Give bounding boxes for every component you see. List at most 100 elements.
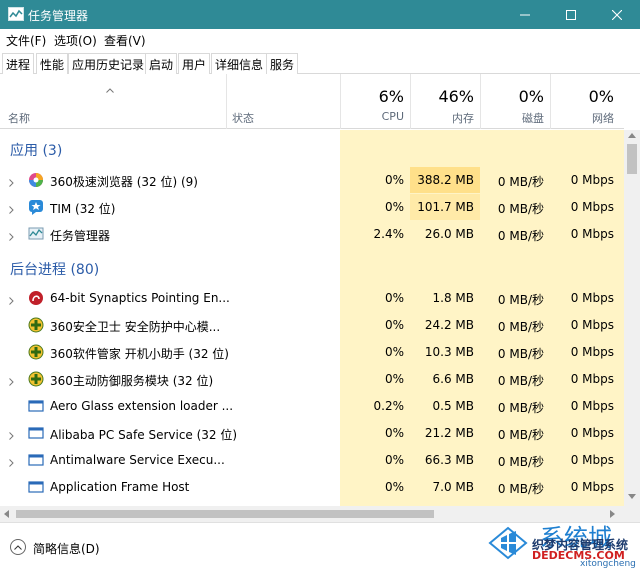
memory-value: 21.2 MB [424, 426, 474, 440]
column-memory[interactable]: 内存 [412, 110, 474, 126]
network-value: 0 Mbps [570, 227, 614, 241]
cpu-value: 0% [384, 173, 404, 187]
app-window-icon [28, 398, 44, 414]
vertical-scroll-thumb[interactable] [627, 144, 637, 174]
close-icon [612, 9, 622, 20]
360-safe-icon [28, 344, 44, 360]
tim-icon [28, 199, 44, 215]
cpu-value: 0% [384, 291, 404, 305]
360-safe-icon [28, 317, 44, 333]
process-row[interactable]: Aero Glass extension loader ... 0.2% 0.5 M… [0, 393, 624, 419]
network-value: 0 Mbps [570, 200, 614, 214]
menu-options[interactable]: 选项(O) [54, 32, 97, 49]
memory-value: 0.5 MB [432, 399, 474, 413]
tab-services[interactable]: 服务 [266, 53, 299, 74]
cpu-value: 2.4% [373, 227, 405, 241]
column-disk[interactable]: 磁盘 [482, 110, 544, 126]
column-header: 名称 状态 6% CPU 46% 内存 0% 磁盘 0% 网络 [0, 74, 624, 129]
process-row[interactable]: 360主动防御服务模块 (32 位) 0% 6.6 MB 0 MB/秒 0 Mbps [0, 366, 624, 392]
tab-performance[interactable]: 性能 [36, 53, 69, 74]
cpu-value: 0% [384, 200, 404, 214]
chevron-right-icon[interactable] [9, 456, 14, 470]
column-network[interactable]: 网络 [552, 110, 614, 126]
process-name: Alibaba PC Safe Service (32 位) [50, 428, 238, 442]
network-value: 0 Mbps [570, 399, 614, 413]
chevron-right-icon[interactable] [9, 230, 14, 244]
tab-processes[interactable]: 进程 [2, 53, 35, 75]
tab-details[interactable]: 详细信息 [211, 53, 268, 74]
disk-value: 0 MB/秒 [497, 229, 544, 243]
tab-users[interactable]: 用户 [178, 53, 211, 74]
process-row[interactable]: 64-bit Synaptics Pointing En... 0% 1.8 MB 0… [0, 285, 624, 311]
network-value: 0 Mbps [570, 291, 614, 305]
menu-view[interactable]: 查看(V) [104, 32, 146, 49]
process-name: 360安全卫士 安全防护中心模... [50, 320, 221, 334]
memory-value: 6.6 MB [432, 372, 474, 386]
chevron-right-icon[interactable] [9, 429, 14, 443]
column-name[interactable]: 名称 [8, 110, 30, 126]
scroll-down-icon[interactable] [628, 494, 636, 499]
process-name: 任务管理器 [50, 229, 111, 243]
fewer-details-button[interactable] [10, 539, 26, 555]
minimize-button[interactable] [502, 0, 548, 29]
vertical-scrollbar[interactable] [624, 130, 640, 506]
memory-value: 101.7 MB [417, 200, 474, 214]
network-value: 0 Mbps [570, 318, 614, 332]
process-row[interactable]: 任务管理器 2.4% 26.0 MB 0 MB/秒 0 Mbps [0, 221, 624, 247]
network-total: 0% [588, 87, 614, 106]
process-name: 360主动防御服务模块 (32 位) [50, 374, 214, 388]
process-row[interactable]: 360安全卫士 安全防护中心模... 0% 24.2 MB 0 MB/秒 0 Mbps [0, 312, 624, 338]
menu-file[interactable]: 文件(F) [6, 32, 46, 49]
disk-value: 0 MB/秒 [497, 401, 544, 415]
cpu-value: 0.2% [373, 399, 405, 413]
tab-startup[interactable]: 启动 [145, 53, 178, 74]
minimize-icon [520, 14, 530, 15]
disk-value: 0 MB/秒 [497, 482, 544, 496]
horizontal-scroll-thumb[interactable] [16, 510, 434, 518]
column-status[interactable]: 状态 [232, 110, 254, 126]
watermark: 系统城 织梦内容管理系统 DEDECMS.COM xitongcheng [488, 518, 638, 569]
network-value: 0 Mbps [570, 173, 614, 187]
disk-value: 0 MB/秒 [497, 374, 544, 388]
process-row[interactable]: Alibaba PC Safe Service (32 位) 0% 21.2 MB 0… [0, 420, 624, 446]
chevron-right-icon[interactable] [9, 375, 14, 389]
process-row[interactable]: Application Frame Host 0% 7.0 MB 0 MB/秒 0 Mb… [0, 474, 624, 500]
process-list: 应用 (3) 360极速浏览器 (32 位) (9) 0% 388.2 MB 0 MB… [0, 130, 624, 506]
task-manager-icon [28, 226, 44, 242]
sort-up-icon [106, 88, 114, 93]
cpu-value: 0% [384, 372, 404, 386]
synaptics-icon [28, 290, 44, 306]
network-value: 0 Mbps [570, 426, 614, 440]
memory-value: 66.3 MB [424, 453, 474, 467]
close-button[interactable] [594, 0, 640, 29]
scroll-left-icon[interactable] [4, 510, 9, 518]
chevron-right-icon[interactable] [9, 203, 14, 217]
memory-value: 10.3 MB [424, 345, 474, 359]
tab-app-history[interactable]: 应用历史记录 [68, 53, 149, 74]
window-title: 任务管理器 [28, 9, 89, 23]
app-window-icon [28, 479, 44, 495]
scroll-up-icon[interactable] [628, 133, 636, 138]
column-cpu[interactable]: CPU [342, 110, 404, 123]
disk-value: 0 MB/秒 [497, 347, 544, 361]
group-background: 后台进程 (80) [10, 262, 100, 278]
process-name: 64-bit Synaptics Pointing En... [50, 291, 230, 305]
network-value: 0 Mbps [570, 372, 614, 386]
process-row[interactable]: TIM (32 位) 0% 101.7 MB 0 MB/秒 0 Mbps [0, 194, 624, 220]
title-bar: 任务管理器 [0, 0, 640, 29]
process-row[interactable]: Antimalware Service Execu... 0% 66.3 MB 0 M… [0, 447, 624, 473]
process-row[interactable]: 360软件管家 开机小助手 (32 位) 0% 10.3 MB 0 MB/秒 0 Mbp… [0, 339, 624, 365]
fewer-details-label[interactable]: 简略信息(D) [33, 540, 100, 557]
scroll-right-icon[interactable] [610, 510, 615, 518]
process-name: Antimalware Service Execu... [50, 453, 225, 467]
memory-value: 24.2 MB [424, 318, 474, 332]
process-row[interactable]: 360极速浏览器 (32 位) (9) 0% 388.2 MB 0 MB/秒 0 Mbp… [0, 167, 624, 193]
cpu-value: 0% [384, 480, 404, 494]
process-name: 360软件管家 开机小助手 (32 位) [50, 347, 229, 361]
maximize-button[interactable] [548, 0, 594, 29]
process-name: TIM (32 位) [50, 202, 116, 216]
chevron-right-icon[interactable] [9, 176, 14, 190]
disk-value: 0 MB/秒 [497, 428, 544, 442]
chevron-right-icon[interactable] [9, 294, 14, 308]
group-apps: 应用 (3) [10, 143, 63, 159]
